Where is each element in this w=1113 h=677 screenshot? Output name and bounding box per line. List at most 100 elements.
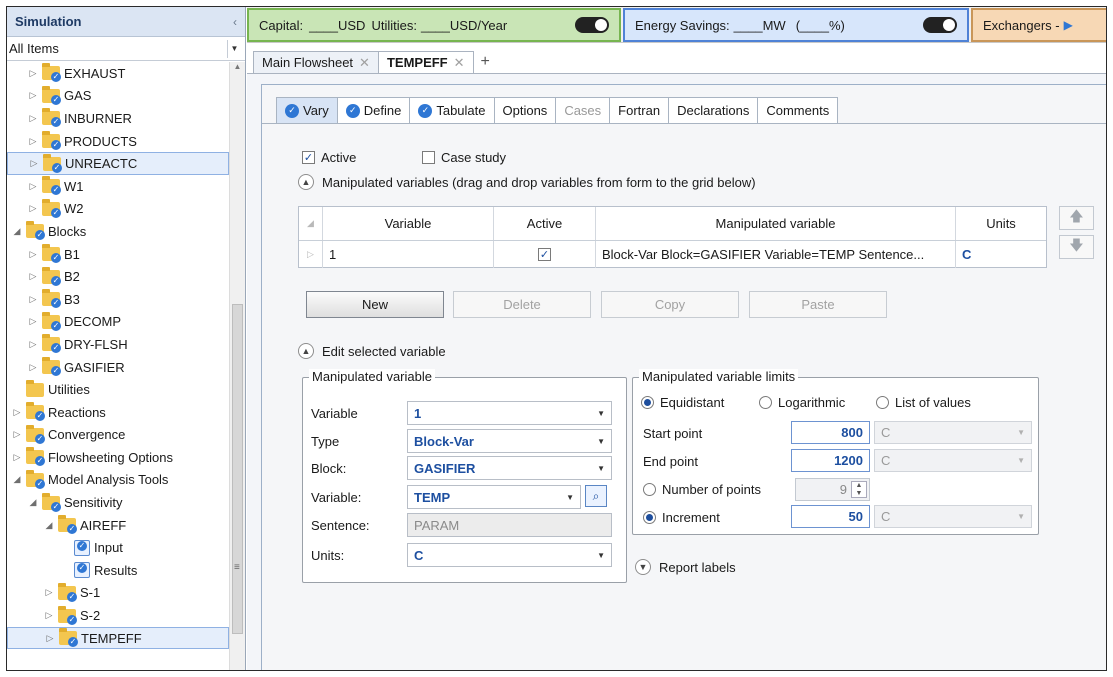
report-labels-header[interactable]: ▼ Report labels (635, 559, 736, 575)
new-button[interactable]: New (306, 291, 444, 318)
add-tab-button[interactable]: + (473, 51, 498, 73)
collapse-icon[interactable]: ◢ (27, 497, 39, 508)
expand-icon[interactable]: ▷ (11, 452, 23, 463)
tree-item[interactable]: ▷ W2 (7, 198, 229, 221)
manipulated-variables-header[interactable]: ▲ Manipulated variables (drag and drop v… (298, 174, 756, 190)
scrollbar-thumb[interactable] (232, 304, 243, 634)
logarithmic-radio[interactable]: Logarithmic (759, 395, 845, 410)
list-of-values-radio[interactable]: List of values (876, 395, 971, 410)
number-of-points-radio[interactable]: Number of points (643, 482, 761, 497)
case-study-row[interactable]: Case study (422, 150, 506, 165)
tree-item[interactable]: ▷ B2 (7, 265, 229, 288)
tab-options[interactable]: Options (493, 97, 557, 124)
radio-selected-icon[interactable] (643, 511, 656, 524)
tab-declarations[interactable]: Declarations (668, 97, 759, 124)
tree-item[interactable]: ▷ INBURNER (7, 107, 229, 130)
tree-item[interactable]: ▷ B3 (7, 288, 229, 311)
active-checkbox[interactable]: ✓ (302, 151, 315, 164)
collapse-icon[interactable]: ◢ (11, 226, 23, 237)
tree-item[interactable]: ▷ GASIFIER (7, 356, 229, 379)
expand-icon[interactable]: ▷ (27, 203, 39, 214)
capital-toggle[interactable] (575, 17, 609, 33)
expand-icon[interactable]: ▷ (27, 294, 39, 305)
expand-icon[interactable]: ▷ (27, 90, 39, 101)
column-header[interactable]: Variable (323, 207, 494, 240)
splitter-grip-icon[interactable]: ≡ (234, 562, 240, 573)
tree-item[interactable]: ▷ Convergence (7, 424, 229, 447)
tree-item[interactable]: ▷ B1 (7, 243, 229, 266)
row-selector[interactable]: ▷ (299, 241, 323, 268)
column-header[interactable]: Active (494, 207, 596, 240)
tree-item[interactable]: ▷ Flowsheeting Options (7, 446, 229, 469)
case-study-checkbox[interactable] (422, 151, 435, 164)
expand-icon[interactable]: ▷ (27, 136, 39, 147)
number-of-points-spinner[interactable]: 9 ▲ ▼ (795, 478, 870, 501)
expand-down-icon[interactable]: ▼ (635, 559, 651, 575)
collapse-up-icon[interactable]: ▲ (298, 343, 314, 359)
expand-icon[interactable]: ▷ (43, 587, 55, 598)
tab-define[interactable]: ✓ Define (336, 97, 411, 124)
expand-icon[interactable]: ▷ (44, 633, 56, 644)
tree-item[interactable]: ▷ S-1 (7, 582, 229, 605)
tree-item[interactable]: ◢ AIREFF (7, 514, 229, 537)
expand-icon[interactable]: ▷ (27, 68, 39, 79)
tree-item[interactable]: ▷ S-2 (7, 604, 229, 627)
chevron-down-icon[interactable]: ▼ (227, 39, 241, 58)
tab-main-flowsheet[interactable]: Main Flowsheet ✕ (253, 51, 379, 73)
spinner-arrows-icon[interactable]: ▲ ▼ (851, 481, 867, 498)
radio-icon[interactable] (876, 396, 889, 409)
collapse-icon[interactable]: ◢ (43, 520, 55, 531)
start-point-input[interactable]: 800 (791, 421, 870, 444)
increment-radio[interactable]: Increment (643, 510, 720, 525)
expand-icon[interactable]: ▷ (28, 158, 40, 169)
tree-item[interactable]: ◢ Sensitivity (7, 491, 229, 514)
exchangers-panel[interactable]: Exchangers - ▶ (971, 8, 1106, 42)
tree-item[interactable]: ▷ DRY-FLSH (7, 333, 229, 356)
radio-icon[interactable] (643, 483, 656, 496)
tab-vary[interactable]: ✓ Vary (276, 97, 338, 124)
tree-item[interactable]: Results (7, 559, 229, 582)
collapse-icon[interactable]: ◢ (11, 474, 23, 485)
cell-variable[interactable]: 1 (323, 241, 494, 268)
tab-fortran[interactable]: Fortran (609, 97, 670, 124)
table-row[interactable]: ▷ 1 ✓ Block-Var Block=GASIFIER Variable=… (299, 241, 1046, 268)
tree-item[interactable]: ▷ GAS (7, 85, 229, 108)
binoculars-icon[interactable]: ⌕ (585, 485, 607, 507)
tab-tabulate[interactable]: ✓ Tabulate (409, 97, 495, 124)
expand-icon[interactable]: ▷ (11, 429, 23, 440)
tree-scrollbar[interactable]: ▲ ≡ (229, 62, 245, 670)
tree-item[interactable]: ▷ TEMPEFF (7, 626, 229, 650)
cell-active[interactable]: ✓ (494, 241, 596, 268)
expand-icon[interactable]: ▷ (27, 362, 39, 373)
end-point-input[interactable]: 1200 (791, 449, 870, 472)
collapse-pane-icon[interactable]: ‹ (233, 15, 237, 29)
tree-item[interactable]: Utilities (7, 378, 229, 401)
tree-item[interactable]: ▷ W1 (7, 175, 229, 198)
tree-item[interactable]: ▷ EXHAUST (7, 62, 229, 85)
move-up-button[interactable]: 🡅 (1059, 206, 1094, 230)
collapse-up-icon[interactable]: ▲ (298, 174, 314, 190)
edit-selected-variable-header[interactable]: ▲ Edit selected variable (298, 343, 446, 359)
tree-item[interactable]: ▷ UNREACTC (7, 152, 229, 175)
scroll-up-icon[interactable]: ▲ (230, 62, 245, 76)
variable-select[interactable]: 1 ▼ (407, 401, 612, 425)
close-icon[interactable]: ✕ (359, 55, 370, 71)
delete-button[interactable]: Delete (453, 291, 591, 318)
tree-item[interactable]: Input (7, 536, 229, 559)
equidistant-radio[interactable]: Equidistant (641, 395, 724, 410)
cell-units[interactable]: C (956, 241, 1046, 268)
block-select[interactable]: GASIFIER ▼ (407, 456, 612, 480)
tree-item[interactable]: ▷ DECOMP (7, 311, 229, 334)
select-all-corner[interactable]: ◢ (299, 207, 323, 240)
paste-button[interactable]: Paste (749, 291, 887, 318)
radio-icon[interactable] (759, 396, 772, 409)
tree-item[interactable]: ◢ Model Analysis Tools (7, 469, 229, 492)
block-variable-select[interactable]: TEMP ▼ (407, 485, 581, 509)
tab-tempeff[interactable]: TEMPEFF ✕ (377, 51, 474, 73)
expand-icon[interactable]: ▷ (11, 407, 23, 418)
expand-icon[interactable]: ▷ (27, 181, 39, 192)
type-select[interactable]: Block-Var ▼ (407, 429, 612, 453)
tree-item[interactable]: ▷ Reactions (7, 401, 229, 424)
tree-item[interactable]: ◢ Blocks (7, 220, 229, 243)
copy-button[interactable]: Copy (601, 291, 739, 318)
